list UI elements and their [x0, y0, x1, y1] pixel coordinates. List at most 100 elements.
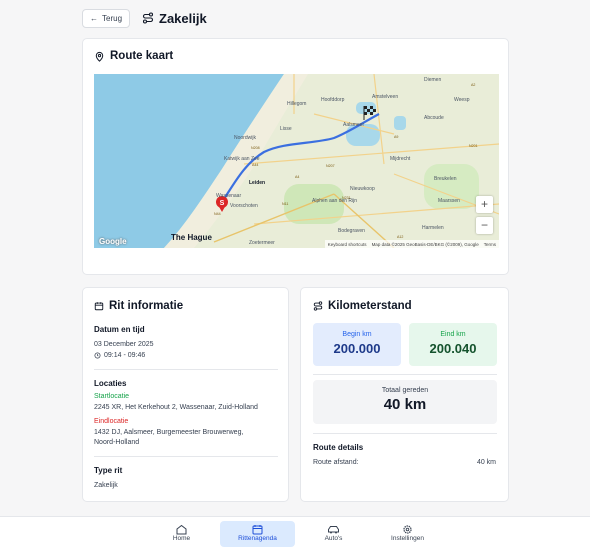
route-map-card: Route kaart S Diemen Amstelveen Weesp Hi…	[82, 38, 509, 275]
zoom-in-button[interactable]: +	[476, 196, 493, 213]
route-distance-label: Route afstand:	[313, 459, 359, 466]
arrow-left-icon: ←	[90, 13, 98, 23]
nav-label-home: Home	[172, 535, 191, 542]
trip-info-card: Rit informatie Datum en tijd 03 December…	[82, 287, 289, 502]
trip-info-title: Rit informatie	[94, 300, 183, 312]
terms-link[interactable]: Terms	[484, 242, 496, 247]
map-canvas: S Diemen Amstelveen Weesp Hillegom Hoofd…	[94, 74, 499, 248]
locations-heading: Locaties	[94, 379, 127, 388]
route-icon	[142, 12, 154, 24]
calendar-icon	[94, 302, 104, 311]
begin-km-label: Begin km	[342, 331, 372, 338]
place-aalsmeer: Aalsmeer	[343, 122, 364, 128]
route-map[interactable]: S Diemen Amstelveen Weesp Hillegom Hoofd…	[94, 74, 499, 248]
odometer-card: Kilometerstand Begin km 200.000 Eind km …	[300, 287, 509, 502]
begin-km-value: 200.000	[333, 341, 381, 356]
odometer-title-text: Kilometerstand	[328, 300, 412, 312]
total-km-value: 40 km	[383, 396, 427, 413]
green-area	[284, 184, 344, 224]
back-button[interactable]: ← Terug	[82, 8, 131, 28]
place-the-hague: The Hague	[171, 233, 212, 242]
divider	[94, 369, 278, 370]
start-location-label: Startlocatie	[94, 393, 130, 400]
place-zoetermeer: Zoetermeer	[249, 240, 275, 246]
place-hillegom: Hillegom	[287, 101, 306, 107]
end-location-label: Eindlocatie	[94, 418, 129, 425]
car-icon	[328, 526, 339, 534]
route-map-title: Route kaart	[94, 50, 173, 62]
lake-3	[394, 116, 406, 130]
place-maarssen: Maarssen	[438, 198, 460, 204]
route-icon	[313, 301, 323, 311]
nav-item-instellingen[interactable]: Instellingen	[370, 521, 445, 547]
route-details-heading: Route details	[313, 443, 364, 452]
place-harmelen: Harmelen	[422, 225, 444, 231]
google-logo: Google	[99, 237, 127, 246]
map-attribution: Keyboard shortcuts Map data ©2025 GeoBas…	[324, 240, 499, 248]
road-a9: A9	[394, 135, 398, 139]
end-km-box: Eind km 200.040	[409, 323, 497, 366]
total-km-box: Totaal gereden 40 km	[313, 380, 497, 424]
place-weesp: Weesp	[454, 97, 470, 103]
road-a12: A12	[397, 235, 403, 239]
nav-item-autos[interactable]: Auto's	[296, 521, 371, 547]
zoom-out-button[interactable]: −	[476, 217, 493, 234]
road-a4: A4	[295, 175, 299, 179]
road-n208: N208	[251, 146, 260, 150]
place-hoofddorp: Hoofddorp	[321, 97, 345, 103]
divider	[313, 433, 497, 434]
calendar-icon	[252, 525, 263, 535]
trip-info-title-text: Rit informatie	[109, 300, 184, 312]
place-breukelen: Breukelen	[434, 176, 457, 182]
end-location-address-line2: Noord-Holland	[94, 439, 140, 446]
road-n207: N207	[326, 164, 335, 168]
clock-icon	[94, 352, 101, 359]
place-bodegraven: Bodegraven	[338, 228, 365, 234]
end-km-value: 200.040	[429, 341, 477, 356]
place-katwijk: Katwijk aan Zee	[224, 156, 260, 162]
place-voorschoten: Voorschoten	[230, 203, 258, 209]
place-mijdrecht: Mijdrecht	[390, 156, 411, 162]
place-amstelveen: Amstelveen	[372, 94, 398, 100]
road-n44: N44	[214, 212, 221, 216]
trip-date: 03 December 2025	[94, 341, 154, 348]
top-bar: ← Terug Zakelijk	[82, 8, 207, 28]
place-lisse: Lisse	[280, 126, 292, 132]
bottom-navigation: Home Rittenagenda Auto's Instellingen	[0, 516, 590, 550]
divider	[313, 374, 497, 375]
place-abcoude: Abcoude	[424, 115, 444, 121]
divider	[94, 456, 278, 457]
road-n201: N201	[469, 144, 478, 148]
keyboard-shortcuts-link[interactable]: Keyboard shortcuts	[328, 242, 367, 247]
nav-label-instellingen: Instellingen	[391, 535, 424, 542]
nav-label-rittenagenda: Rittenagenda	[238, 535, 277, 542]
route-distance-value: 40 km	[476, 459, 496, 466]
home-icon	[176, 524, 187, 535]
place-wassenaar: Wassenaar	[216, 193, 241, 199]
map-data-text: Map data ©2025 GeoBasis-DE/BKG (©2009), …	[371, 241, 479, 247]
road-a2: A2	[471, 83, 475, 87]
nav-item-rittenagenda[interactable]: Rittenagenda	[220, 521, 295, 547]
begin-km-box: Begin km 200.000	[313, 323, 401, 366]
trip-time-row: 09:14 - 09:46	[94, 351, 145, 360]
place-nieuwkoop: Nieuwkoop	[350, 186, 375, 192]
road-a44: A44	[252, 163, 258, 167]
total-km-label: Totaal gereden	[381, 387, 429, 394]
nav-item-home[interactable]: Home	[144, 521, 219, 547]
trip-type-value: Zakelijk	[94, 482, 118, 489]
datetime-heading: Datum en tijd	[94, 325, 145, 334]
nav-label-autos: Auto's	[324, 535, 343, 542]
start-pin-label: S	[220, 200, 225, 207]
odometer-title: Kilometerstand	[313, 300, 412, 312]
back-label: Terug	[102, 13, 123, 23]
trip-type-heading: Type rit	[94, 466, 123, 475]
page-title-text: Zakelijk	[159, 10, 207, 26]
route-map-title-text: Route kaart	[110, 50, 174, 62]
page-title: Zakelijk	[142, 11, 207, 26]
place-noordwijk: Noordwijk	[234, 135, 256, 141]
end-location-address-line1: 1432 DJ, Aalsmeer, Burgemeester Brouwerw…	[94, 429, 244, 436]
place-diemen: Diemen	[424, 77, 441, 83]
map-pin-icon	[95, 51, 104, 62]
trip-time: 09:14 - 09:46	[104, 352, 146, 359]
start-location-address: 2245 XR, Het Kerkehout 2, Wassenaar, Zui…	[94, 404, 258, 411]
